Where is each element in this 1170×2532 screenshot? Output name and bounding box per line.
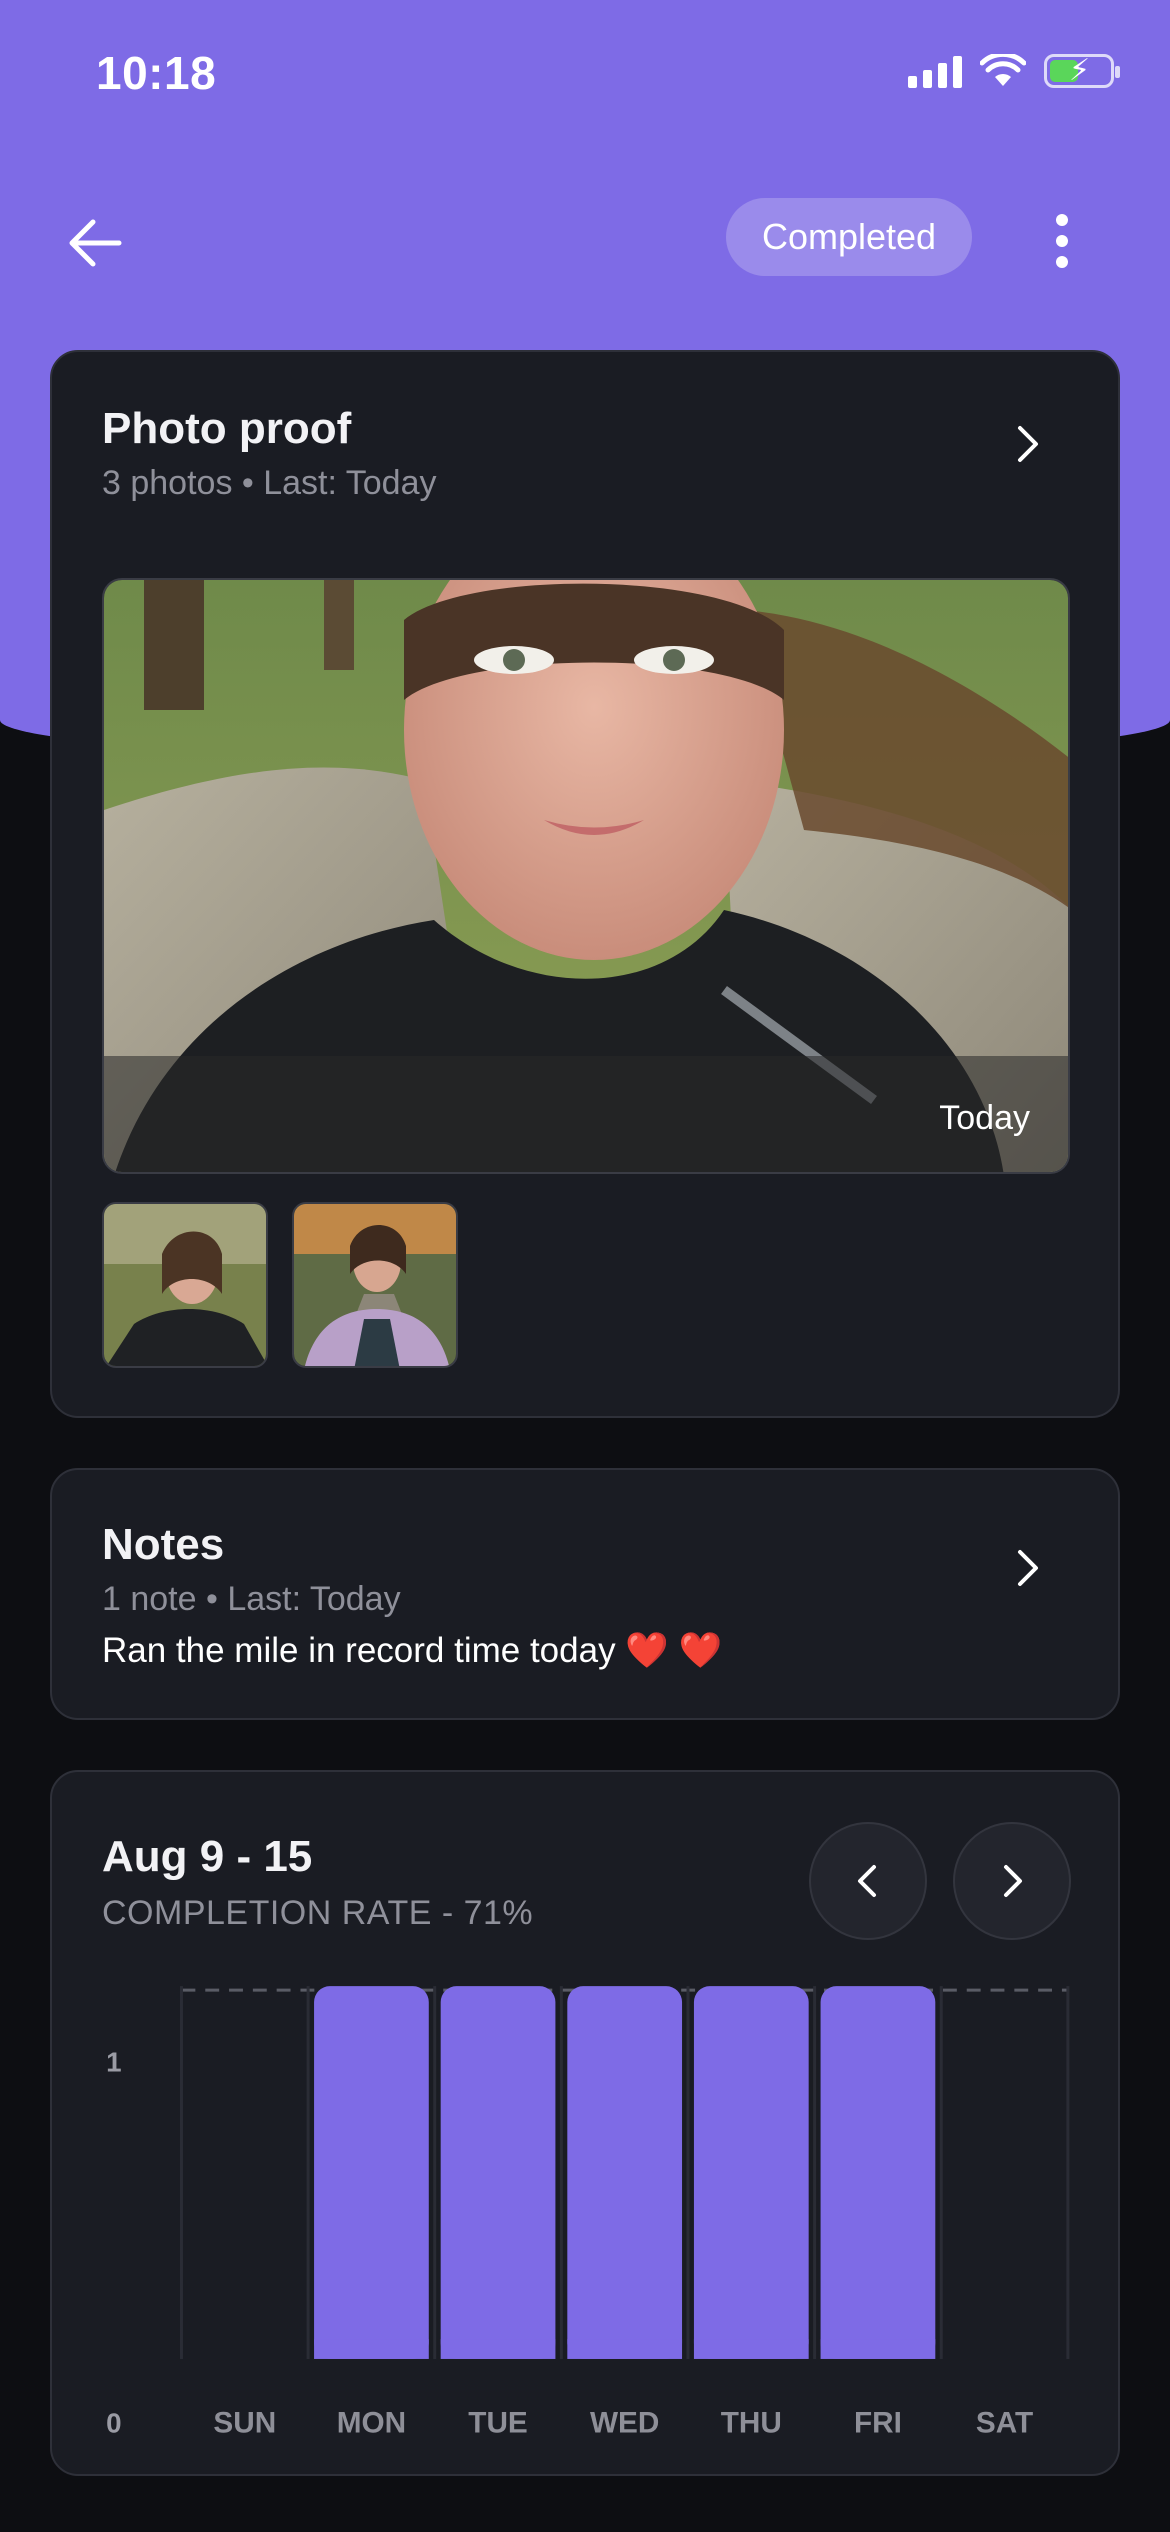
bar-tue[interactable] — [440, 1986, 556, 2359]
main-photo[interactable]: Today — [102, 578, 1070, 1174]
bar-mon[interactable] — [314, 1986, 429, 2359]
card-title: Notes — [102, 1520, 225, 1569]
card-subtitle: 3 photos • Last: Today — [102, 464, 437, 502]
chevron-right-icon[interactable] — [1008, 1548, 1048, 1588]
caption-overlay — [104, 1056, 1068, 1172]
cellular-signal-icon — [908, 54, 962, 88]
dot — [1056, 234, 1068, 247]
bar-base-tue — [440, 2339, 556, 2359]
x-tick-label-fri: FRI — [854, 2406, 902, 2439]
top-nav: Completed — [0, 190, 1170, 290]
photo-thumbnail[interactable] — [102, 1202, 268, 1368]
dot — [1056, 214, 1068, 227]
photo-thumbnail[interactable] — [292, 1202, 458, 1368]
status-time: 10:18 — [96, 47, 217, 99]
thumbnail-image — [104, 1204, 266, 1366]
note-preview: Ran the mile in record time today ❤️ ❤️ — [102, 1631, 723, 1670]
card-subtitle: 1 note • Last: Today — [102, 1580, 401, 1618]
bar-fri[interactable] — [820, 1986, 936, 2359]
x-tick-label-sat: SAT — [976, 2406, 1033, 2439]
bar-base-thu — [693, 2339, 809, 2359]
arrow-left-icon — [69, 219, 122, 267]
x-tick-label-tue: TUE — [468, 2406, 527, 2439]
bar-base-wed — [567, 2339, 683, 2359]
back-button[interactable] — [60, 208, 130, 278]
weekly-chart-card: Aug 9 - 15 COMPLETION RATE - 71% 0 1 SUN MO… — [50, 1770, 1120, 2476]
thumbnail-image — [294, 1204, 456, 1366]
x-tick-label-thu: THU — [721, 2406, 782, 2439]
dot — [1056, 255, 1068, 268]
card-title: Photo proof — [102, 404, 352, 453]
more-options-button[interactable] — [1040, 206, 1084, 276]
y-tick-label: 1 — [106, 2046, 121, 2077]
x-tick-label-sun: SUN — [213, 2406, 276, 2439]
bar-wed[interactable] — [567, 1986, 683, 2359]
chevron-right-icon[interactable] — [1008, 424, 1048, 464]
bar-base-fri — [820, 2339, 936, 2359]
bar-thu[interactable] — [693, 1986, 809, 2359]
status-icons: ⚡ — [908, 54, 1120, 88]
bar-base-mon — [314, 2339, 429, 2359]
photo-proof-card[interactable]: Photo proof 3 photos • Last: Today Today — [50, 350, 1120, 1418]
status-bar: 10:18 ⚡ — [0, 0, 1170, 150]
status-badge[interactable]: Completed — [726, 198, 972, 276]
y-tick-label: 0 — [106, 2407, 121, 2438]
notes-card[interactable]: Notes 1 note • Last: Today Ran the mile … — [50, 1468, 1120, 1720]
wifi-icon — [980, 54, 1026, 86]
x-tick-label-wed: WED — [590, 2406, 659, 2439]
battery-icon: ⚡ — [1044, 54, 1120, 88]
x-tick-label-mon: MON — [337, 2406, 406, 2439]
completion-bar-chart: 0 1 SUN MON TUE WED THU FRI SAT — [106, 1986, 1070, 2439]
photo-date-label: Today — [939, 1099, 1030, 1137]
